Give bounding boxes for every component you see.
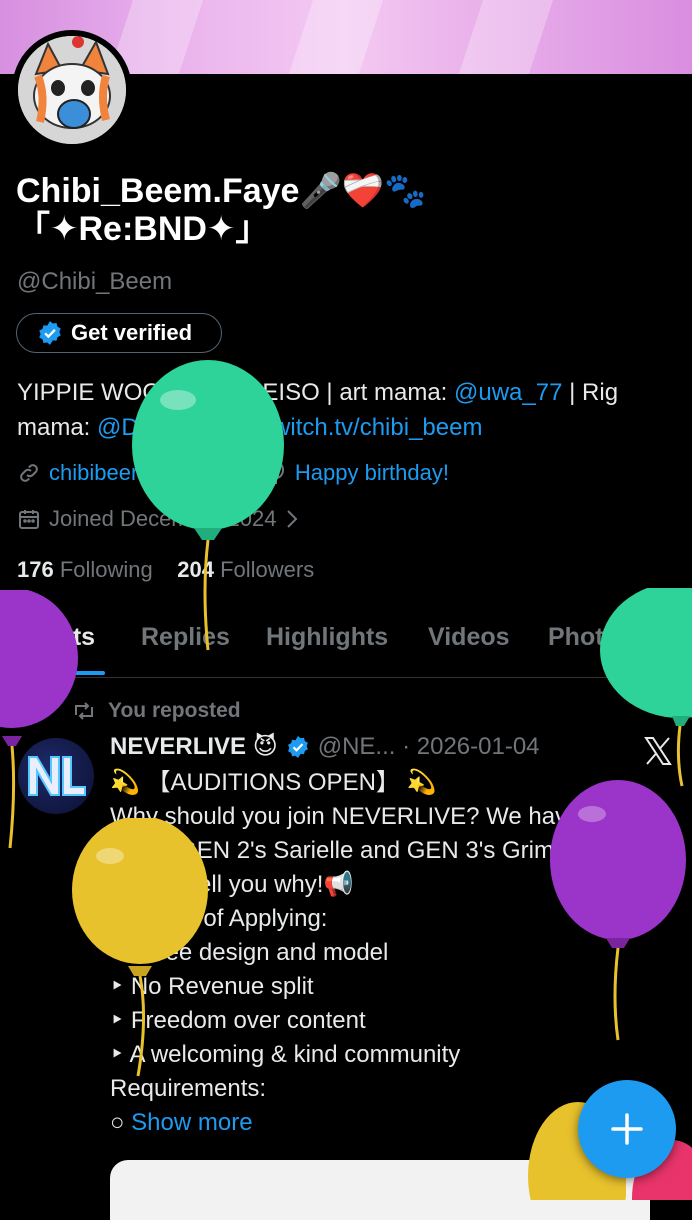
get-verified-label: Get verified <box>71 320 193 345</box>
profile-meta-row: chibibeem.carrd.co Happy birthday! <box>17 460 449 486</box>
bio-text: YIPPIE WOOPIE EN SEISO | art mama: <box>17 379 455 406</box>
post-line: ‣ No Revenue split <box>110 973 314 1000</box>
show-more-prefix: ○ <box>110 1109 132 1136</box>
repost-label: You reposted <box>108 699 241 722</box>
post-line: lovely GEN 2's Sarielle and GEN 3's Grim… <box>110 837 605 864</box>
display-name-line2: 「✦Re:BND✦」 <box>16 210 270 248</box>
post-author-name[interactable]: NEVERLIVE 😈 <box>110 732 278 761</box>
profile-avatar[interactable] <box>12 30 132 150</box>
post-handle-date: @NE... · 2026-01-04 <box>317 732 540 760</box>
balloon-icon <box>267 461 284 484</box>
post-line: ‣ Freedom over content <box>110 1007 366 1034</box>
profile-tabs: Posts Replies Highlights Videos Photos A… <box>0 605 692 678</box>
post-line: ‣ A welcoming & kind community <box>110 1041 461 1068</box>
link-icon <box>20 464 38 482</box>
tab-photos[interactable]: Photos <box>548 623 633 652</box>
followers-link[interactable]: 204 Followers <box>177 557 314 582</box>
tab-articles[interactable]: Ar <box>668 623 692 652</box>
chevron-right-icon[interactable] <box>284 508 300 530</box>
following-link[interactable]: 176 Following <box>17 557 153 582</box>
verified-badge-icon <box>39 321 61 345</box>
joined-date: Joined December 2024 <box>49 506 277 531</box>
get-verified-button[interactable]: Get verified <box>16 313 222 353</box>
birthday-text[interactable]: Happy birthday! <box>295 460 449 486</box>
active-tab-indicator <box>20 671 105 675</box>
post-line: here to tell you why!📢 <box>110 871 354 898</box>
mention-dushes[interactable]: @Dushes_chi <box>97 414 247 441</box>
profile-handle: @Chibi_Beem <box>17 268 173 295</box>
repost-icon <box>75 702 93 720</box>
post-line: Why should you join NEVERLIVE? We have o… <box>110 803 622 830</box>
tab-highlights[interactable]: Highlights <box>266 623 388 652</box>
tab-replies[interactable]: Replies <box>141 623 230 652</box>
following-label: Following <box>59 557 153 582</box>
show-more-link[interactable]: Show more <box>131 1109 252 1136</box>
tab-posts[interactable]: Posts <box>27 623 95 652</box>
bio-text: | <box>246 414 267 441</box>
post-text: 💫 【AUDITIONS OPEN】 💫 Why should you join… <box>110 766 680 1140</box>
neverlive-logo-icon <box>28 756 86 796</box>
post-media-card[interactable] <box>110 1160 650 1220</box>
tab-videos[interactable]: Videos <box>428 623 510 652</box>
calendar-icon <box>19 510 39 529</box>
followers-label: Followers <box>220 557 315 582</box>
compose-post-button[interactable] <box>578 1080 676 1178</box>
following-count: 176 <box>17 557 54 582</box>
twitch-link[interactable]: twitch.tv/chibi_beem <box>266 414 482 441</box>
profile-bio: YIPPIE WOOPIE EN SEISO | art mama: @uwa_… <box>17 375 677 445</box>
followers-count: 204 <box>177 557 214 582</box>
post-author-avatar[interactable] <box>18 738 94 814</box>
joined-row: Joined December 2024 <box>17 506 300 532</box>
post-header: NEVERLIVE 😈 @NE... · 2026-01-04 <box>110 732 540 761</box>
display-name: Chibi_Beem.Faye🎤❤️‍🩹🐾 「✦Re:BND✦」 <box>16 172 676 248</box>
post-line: 💫 【AUDITIONS OPEN】 💫 <box>110 769 437 796</box>
follow-counts: 176 Following 204 Followers <box>17 557 314 583</box>
display-name-line1: Chibi_Beem.Faye🎤❤️‍🩹🐾 <box>16 172 427 210</box>
plus-icon <box>611 1113 643 1145</box>
mention-uwa[interactable]: @uwa_77 <box>454 379 562 406</box>
post-line: Benefits of Applying: <box>110 905 328 932</box>
verified-badge-icon <box>287 735 308 758</box>
website-link[interactable]: chibibeem.carrd.co <box>49 460 235 486</box>
x-logo-icon[interactable] <box>642 735 674 767</box>
post-line: ‣ A free design and model <box>110 939 389 966</box>
repost-indicator: You reposted <box>72 699 241 723</box>
